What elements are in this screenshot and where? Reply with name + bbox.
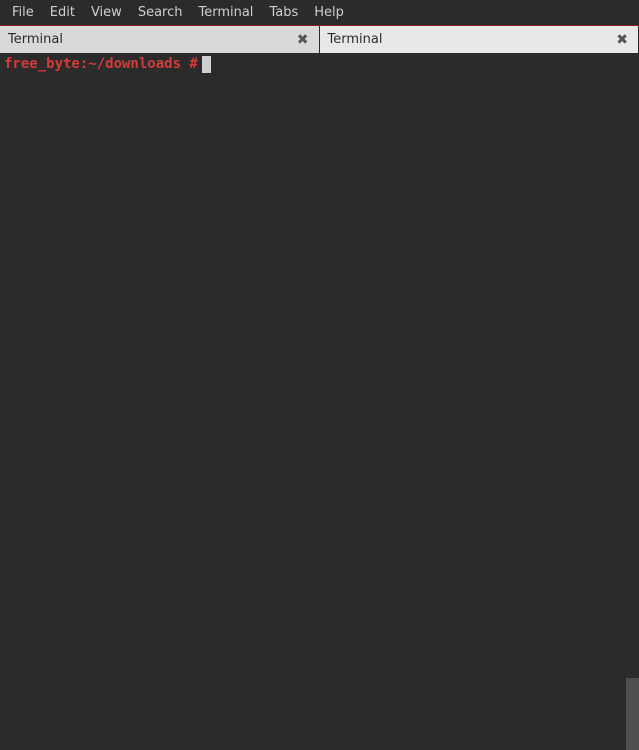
prompt-line: free_byte:~/downloads # [4, 55, 635, 73]
cursor [202, 56, 211, 73]
shell-prompt: free_byte:~/downloads # [4, 55, 198, 73]
tab-terminal-2[interactable]: Terminal ✖ [320, 26, 639, 53]
menu-help[interactable]: Help [306, 1, 352, 24]
terminal-output[interactable]: free_byte:~/downloads # [0, 53, 639, 750]
close-icon[interactable]: ✖ [614, 33, 630, 47]
menu-edit[interactable]: Edit [42, 1, 83, 24]
menu-search[interactable]: Search [130, 1, 191, 24]
scrollbar[interactable] [626, 678, 639, 750]
menu-view[interactable]: View [83, 1, 130, 24]
tab-label: Terminal [8, 32, 295, 47]
menubar: File Edit View Search Terminal Tabs Help [0, 0, 639, 26]
close-icon[interactable]: ✖ [295, 33, 311, 47]
menu-terminal[interactable]: Terminal [190, 1, 261, 24]
tab-terminal-1[interactable]: Terminal ✖ [0, 26, 320, 53]
tabbar: Terminal ✖ Terminal ✖ [0, 26, 639, 53]
menu-tabs[interactable]: Tabs [261, 1, 306, 24]
menu-file[interactable]: File [4, 1, 42, 24]
tab-label: Terminal [328, 32, 615, 47]
